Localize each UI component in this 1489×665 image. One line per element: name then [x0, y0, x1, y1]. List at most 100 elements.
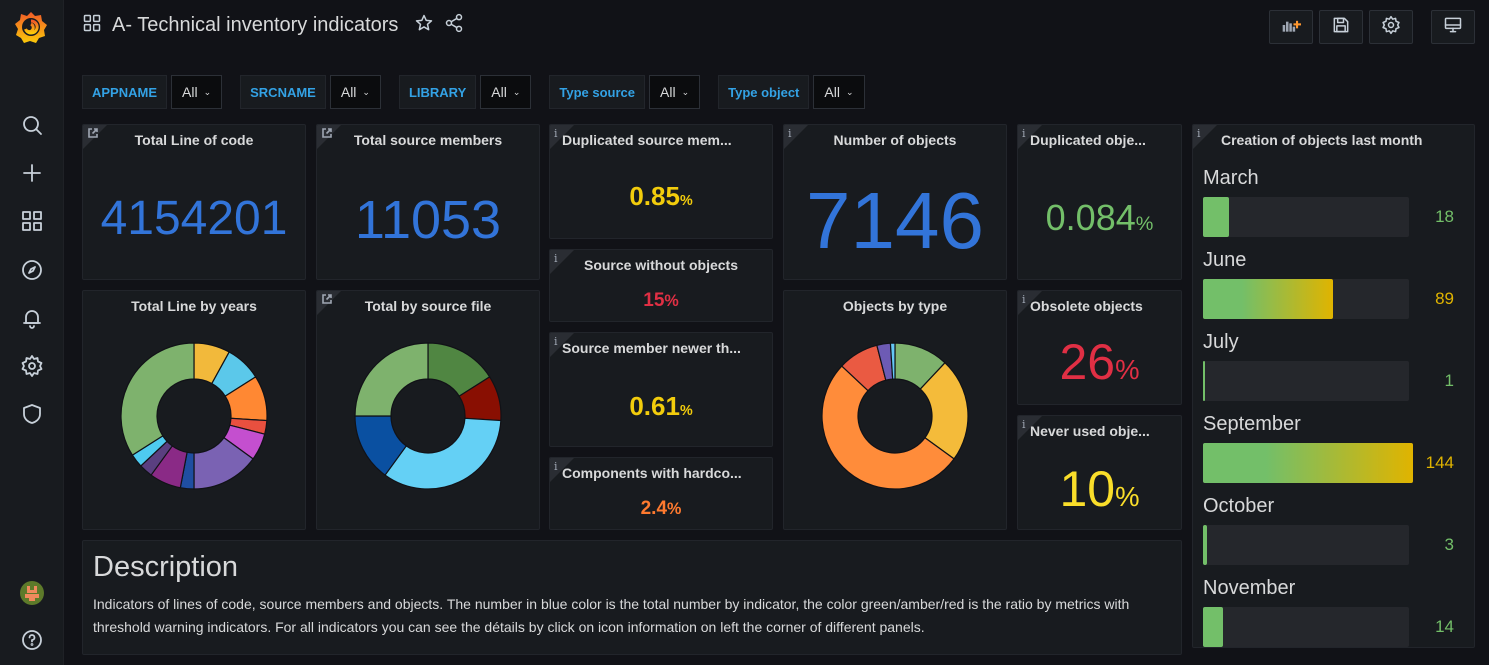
dashboard-title[interactable]: A- Technical inventory indicators	[112, 14, 398, 37]
variable-value: All	[182, 84, 198, 100]
panel-obsolete-objects: i Obsolete objects 26%	[1017, 290, 1182, 405]
panel-source-member-newer: i Source member newer th... 0.61%	[549, 332, 773, 447]
search-icon[interactable]	[18, 111, 46, 139]
gear-icon[interactable]	[18, 352, 46, 380]
save-icon	[1331, 15, 1351, 40]
help-icon[interactable]	[18, 626, 46, 654]
bar-value: 3	[1444, 535, 1454, 554]
panel-title: Objects by type	[842, 298, 948, 314]
bar-value: 18	[1435, 207, 1454, 226]
share-icon[interactable]	[444, 13, 464, 38]
variable-select-type-source[interactable]: All ⌄	[649, 75, 701, 109]
bar-label: October	[1203, 495, 1275, 517]
bar-gauge-row: March 18	[1203, 167, 1464, 243]
panel-duplicated-source-members: i Duplicated source mem... 0.85%	[549, 124, 773, 239]
info-icon[interactable]: i	[554, 460, 558, 473]
bar-track	[1203, 361, 1409, 401]
bar	[1203, 197, 1230, 237]
bar-label: June	[1203, 249, 1247, 271]
panel-number-of-objects: i Number of objects 7146	[783, 124, 1007, 280]
bar-gauge-row: June 89	[1203, 249, 1464, 325]
variable-select-library[interactable]: All ⌄	[480, 75, 532, 109]
stat-number: 10	[1059, 461, 1116, 517]
shield-icon[interactable]	[18, 400, 46, 428]
bar-label: September	[1203, 413, 1301, 435]
add-panel-icon	[1281, 15, 1301, 40]
bar-label: November	[1203, 577, 1296, 599]
plus-icon[interactable]	[18, 159, 46, 187]
bar-label: July	[1203, 331, 1239, 353]
save-dashboard-button[interactable]	[1319, 10, 1363, 44]
panel-title: Total by source file	[364, 298, 492, 314]
bar	[1203, 525, 1208, 565]
variable-value: All	[340, 84, 357, 100]
stat-unit: %	[679, 403, 693, 419]
stat-number: 2.4	[640, 498, 668, 519]
avatar[interactable]	[18, 579, 46, 607]
stat-number: 0.084	[1045, 197, 1136, 238]
panel-title: Total Line by years	[131, 298, 257, 314]
star-icon[interactable]	[414, 13, 434, 38]
bar-track	[1203, 279, 1409, 319]
dashboard-grid-icon[interactable]	[82, 13, 102, 38]
grafana-logo-icon[interactable]	[12, 8, 50, 46]
add-panel-button[interactable]	[1269, 10, 1313, 44]
variable-value: All	[491, 84, 507, 100]
chevron-down-icon: ⌄	[845, 86, 854, 97]
variable-label-type-source: Type source	[549, 75, 645, 109]
panel-duplicated-objects: i Duplicated obje... 0.084%	[1017, 124, 1182, 280]
stat-value: 11053	[354, 190, 502, 250]
panel-components-hardcoded: i Components with hardco... 2.4%	[549, 457, 773, 530]
info-icon[interactable]: i	[1022, 293, 1026, 306]
stat-number: 0.85	[629, 181, 680, 211]
pie-chart-objects-by-type	[821, 342, 969, 490]
chevron-down-icon: ⌄	[681, 86, 690, 97]
cycle-view-mode-button[interactable]	[1431, 10, 1475, 44]
pie-slice[interactable]	[120, 342, 195, 456]
bar-track	[1203, 607, 1409, 647]
bar-value: 89	[1435, 289, 1454, 308]
info-icon[interactable]: i	[1197, 127, 1201, 140]
dashboard-settings-button[interactable]	[1369, 10, 1413, 44]
description-text: Indicators of lines of code, source memb…	[93, 596, 1130, 635]
stat-value: 2.4%	[550, 498, 772, 520]
info-icon[interactable]: i	[554, 127, 558, 140]
variable-label-srcname: SRCNAME	[240, 75, 326, 109]
stat-value: 26%	[1018, 333, 1181, 391]
bell-icon[interactable]	[18, 304, 46, 332]
stat-number: 15	[643, 290, 665, 311]
panel-title: Duplicated source mem...	[562, 132, 732, 148]
pie-slice[interactable]	[354, 342, 429, 417]
variable-select-appname[interactable]: All ⌄	[171, 75, 223, 109]
monitor-icon	[1443, 15, 1463, 40]
stat-number: 26	[1059, 334, 1116, 390]
variable-select-srcname[interactable]: All ⌄	[329, 75, 381, 109]
pie-slice[interactable]	[384, 417, 502, 490]
stat-unit: %	[1115, 354, 1140, 385]
chevron-down-icon: ⌄	[512, 86, 521, 97]
grid-icon[interactable]	[18, 207, 46, 235]
sidebar	[0, 0, 64, 665]
variable-select-type-object[interactable]: All ⌄	[813, 75, 865, 109]
bar	[1203, 361, 1205, 401]
stat-unit: %	[667, 500, 682, 518]
stat-unit: %	[679, 193, 693, 209]
stat-value: 0.084%	[1018, 197, 1181, 239]
panel-total-source-members: Total source members 11053	[316, 124, 540, 280]
bar-gauge-row: September 144	[1203, 413, 1464, 489]
info-icon[interactable]: i	[1022, 418, 1026, 431]
compass-icon[interactable]	[18, 256, 46, 284]
stat-value: 0.61%	[550, 391, 772, 422]
bar-track	[1203, 525, 1409, 565]
bar	[1203, 279, 1333, 319]
variable-label-type-object: Type object	[718, 75, 810, 109]
description-title: Description	[93, 551, 239, 583]
dashboard-navbar: A- Technical inventory indicators	[64, 0, 1489, 56]
panel-creation-of-objects-last-month: i Creation of objects last month March 18…	[1192, 124, 1475, 648]
info-icon[interactable]: i	[1022, 127, 1026, 140]
bar-value: 14	[1435, 617, 1454, 636]
panel-title: Obsolete objects	[1030, 298, 1143, 314]
bar-value: 1	[1444, 371, 1454, 390]
bar	[1203, 443, 1413, 483]
info-icon[interactable]: i	[554, 335, 558, 348]
